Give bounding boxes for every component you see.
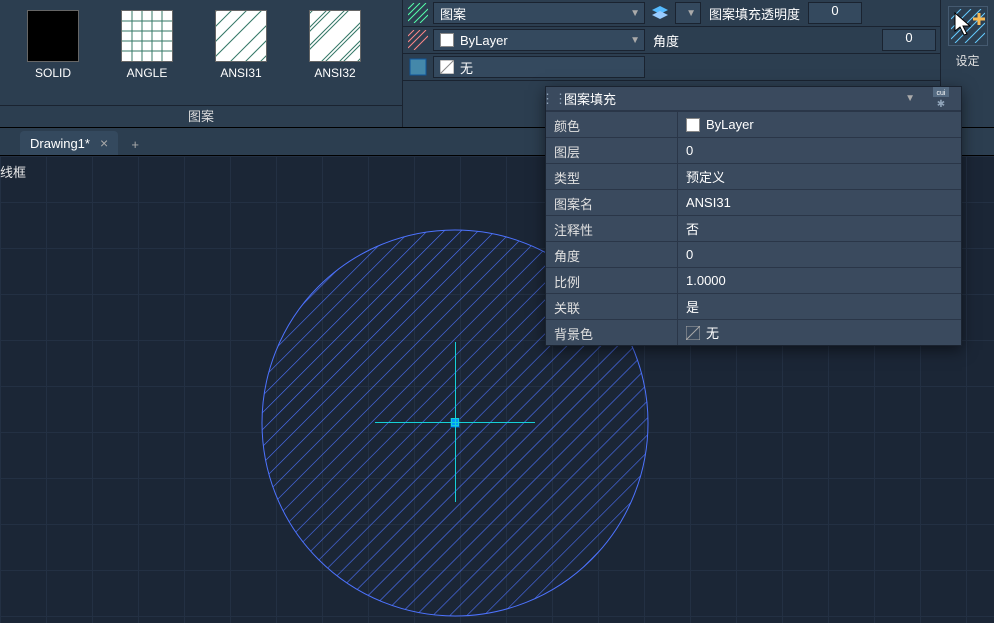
tab-add-button[interactable]: + xyxy=(124,133,146,155)
qprops-value-text: 0 xyxy=(686,143,693,158)
qprops-value[interactable]: 是 xyxy=(678,294,961,319)
qprops-value-text: 无 xyxy=(706,323,719,342)
angle-pattern-icon xyxy=(122,11,172,61)
qprops-row: 颜色 ByLayer xyxy=(546,111,961,137)
background-dropdown[interactable]: 无 xyxy=(433,56,645,78)
background-color-icon xyxy=(407,56,429,78)
cui-icon[interactable]: cui xyxy=(933,87,949,97)
swatch-angle[interactable]: ANGLE xyxy=(102,6,192,84)
dropdown-text: 无 xyxy=(460,58,473,77)
qprops-value[interactable]: ANSI31 xyxy=(678,190,961,215)
selection-grip[interactable] xyxy=(450,418,460,428)
qprops-row: 图案名 ANSI31 xyxy=(546,189,961,215)
qprops-value[interactable]: 否 xyxy=(678,216,961,241)
qprops-row: 背景色 无 xyxy=(546,319,961,345)
qprops-value[interactable]: 0 xyxy=(678,242,961,267)
color-chip-icon xyxy=(440,33,454,47)
qprops-value[interactable]: 1.0000 xyxy=(678,268,961,293)
settings-label: 设定 xyxy=(955,52,979,69)
qprops-key: 背景色 xyxy=(546,320,678,345)
hatch-color-icon xyxy=(407,29,429,51)
qprops-value-text: ByLayer xyxy=(706,117,754,132)
qprops-row: 角度 0 xyxy=(546,241,961,267)
pattern-style-dropdown[interactable]: 图案 ▼ xyxy=(433,2,645,24)
swatch-preview-angle xyxy=(121,10,173,62)
drag-handle-icon[interactable]: ⋮⋮ xyxy=(546,87,562,111)
qprops-row: 比例 1.0000 xyxy=(546,267,961,293)
viewport-label[interactable]: 线框 xyxy=(0,162,26,181)
qprops-key: 角度 xyxy=(546,242,678,267)
swatch-ansi31[interactable]: ANSI31 xyxy=(196,6,286,84)
swatch-label: ANSI32 xyxy=(290,66,380,80)
transparency-label: 图案填充透明度 xyxy=(705,4,804,23)
tab-label: Drawing1* xyxy=(30,136,90,151)
chevron-down-icon: ▼ xyxy=(686,8,696,19)
swatch-label: ANGLE xyxy=(102,66,192,80)
tab-drawing1[interactable]: Drawing1* × xyxy=(20,131,118,155)
qprops-key: 图案名 xyxy=(546,190,678,215)
qprops-value[interactable]: ByLayer xyxy=(678,112,961,137)
close-icon[interactable]: × xyxy=(100,135,108,151)
pattern-panel: SOLID ANGLE xyxy=(0,0,403,127)
qprops-value-text: 0 xyxy=(686,247,693,262)
chevron-down-icon: ▼ xyxy=(630,35,640,46)
qprops-key: 比例 xyxy=(546,268,678,293)
quick-properties-body: 颜色 ByLayer 图层 0 类型预定义图案名 ANSI31 注释性否角度 0 比例 1.000… xyxy=(546,111,961,345)
swatch-ansi32[interactable]: ANSI32 xyxy=(290,6,380,84)
pattern-panel-title: 图案 xyxy=(0,105,402,127)
dropdown-text: ByLayer xyxy=(460,33,508,48)
quick-properties-extras: cui ✱ xyxy=(921,85,961,112)
qprops-value-text: 1.0000 xyxy=(686,273,726,288)
swatch-solid[interactable]: SOLID xyxy=(8,6,98,84)
qprops-row: 类型预定义 xyxy=(546,163,961,189)
qprops-value-text: ANSI31 xyxy=(686,195,731,210)
settings-button[interactable] xyxy=(948,6,988,46)
swatch-label: SOLID xyxy=(8,66,98,80)
dropdown-text: 图案 xyxy=(440,4,466,23)
qprops-key: 关联 xyxy=(546,294,678,319)
qprops-row: 注释性否 xyxy=(546,215,961,241)
hatch-pattern-icon xyxy=(407,2,429,24)
pattern-gallery: SOLID ANGLE xyxy=(0,0,402,105)
qprops-value[interactable]: 无 xyxy=(678,320,961,345)
settings-hatch-icon xyxy=(951,9,985,43)
qprops-value-text: 预定义 xyxy=(686,167,725,186)
color-chip-icon xyxy=(686,118,700,132)
none-box-icon xyxy=(686,326,700,340)
boundary-dropdown[interactable]: ▼ xyxy=(675,2,701,24)
qprops-value[interactable]: 预定义 xyxy=(678,164,961,189)
qprops-value-text: 否 xyxy=(686,219,699,238)
chevron-down-icon[interactable]: ▼ xyxy=(899,93,921,104)
qprops-row: 图层 0 xyxy=(546,137,961,163)
swatch-preview-ansi32 xyxy=(309,10,361,62)
qprops-value-text: 是 xyxy=(686,297,699,316)
quick-properties-title: 图案填充 xyxy=(562,89,899,108)
layers-icon[interactable] xyxy=(649,2,671,24)
angle-label: 角度 xyxy=(649,31,683,50)
qprops-key: 颜色 xyxy=(546,112,678,137)
ansi31-pattern-icon xyxy=(216,11,266,61)
quick-properties-panel: ⋮⋮ 图案填充 ▼ cui ✱ 颜色 ByLayer 图层 0 类型预定义图案名 ANSI… xyxy=(545,86,962,346)
swatch-label: ANSI31 xyxy=(196,66,286,80)
qprops-key: 类型 xyxy=(546,164,678,189)
swatch-preview-ansi31 xyxy=(215,10,267,62)
qprops-row: 关联是 xyxy=(546,293,961,319)
chevron-down-icon: ▼ xyxy=(630,8,640,19)
svg-text:cui: cui xyxy=(937,90,946,97)
qprops-key: 注释性 xyxy=(546,216,678,241)
gear-icon[interactable]: ✱ xyxy=(937,99,945,110)
color-dropdown[interactable]: ByLayer ▼ xyxy=(433,29,645,51)
transparency-input[interactable]: 0 xyxy=(808,2,862,24)
swatch-preview-solid xyxy=(27,10,79,62)
quick-properties-header[interactable]: ⋮⋮ 图案填充 ▼ cui ✱ xyxy=(546,87,961,111)
qprops-value[interactable]: 0 xyxy=(678,138,961,163)
ansi32-pattern-icon xyxy=(310,11,360,61)
angle-input[interactable]: 0 xyxy=(882,29,936,51)
qprops-key: 图层 xyxy=(546,138,678,163)
none-box-icon xyxy=(440,60,454,74)
